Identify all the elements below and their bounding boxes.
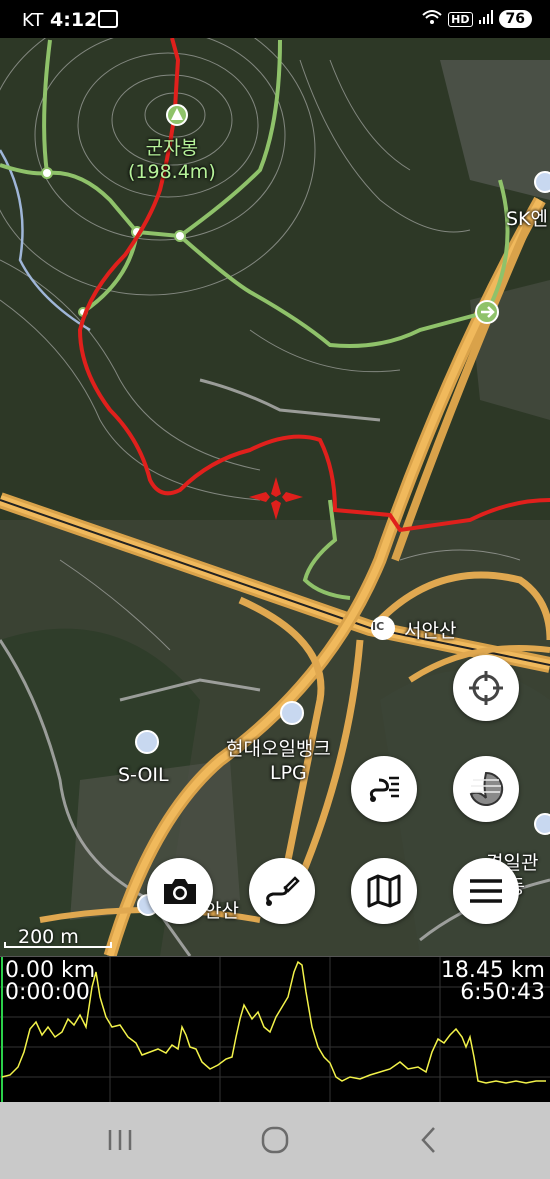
- sk-label: SK엔: [506, 208, 549, 230]
- status-bar: KT 4:12 HD 76: [0, 0, 550, 38]
- battery-badge: 76: [498, 10, 532, 28]
- scale-bar: 200 m: [4, 926, 112, 952]
- total-distance: 18.45 km: [440, 958, 545, 983]
- ic-badge: IC: [372, 620, 385, 633]
- back-button[interactable]: [410, 1124, 450, 1156]
- screenshot-icon: [98, 10, 118, 28]
- draw-route-button[interactable]: [249, 858, 315, 924]
- hamburger-menu-icon: [470, 879, 502, 903]
- crosshair-locate-icon: [469, 671, 503, 705]
- scale-line: [4, 942, 112, 948]
- home-icon: [261, 1126, 289, 1154]
- map-button[interactable]: [351, 858, 417, 924]
- camera-icon: [164, 879, 196, 904]
- carrier-label: KT: [22, 10, 44, 31]
- wifi-icon: [422, 9, 442, 29]
- camera-button[interactable]: [147, 858, 213, 924]
- home-button[interactable]: [255, 1124, 295, 1156]
- total-time: 6:50:43: [460, 980, 545, 1005]
- route-list-icon: [369, 776, 399, 802]
- map-layer-icon: [469, 771, 504, 806]
- my-location-button[interactable]: [453, 655, 519, 721]
- start-distance: 0.00 km: [5, 958, 96, 983]
- system-nav-bar: [0, 1102, 550, 1179]
- start-time: 0:00:00: [5, 980, 90, 1005]
- peak-name: 군자봉: [145, 137, 199, 159]
- clock: 4:12: [50, 9, 98, 31]
- recent-apps-button[interactable]: [100, 1124, 140, 1156]
- signal-icon: [478, 10, 493, 28]
- back-icon: [421, 1127, 435, 1153]
- peak-elevation: (198.4m): [128, 161, 216, 183]
- interchange-label: 서안산: [404, 620, 457, 642]
- folded-map-icon: [367, 874, 401, 908]
- peak-label: 군자봉 (198.4m): [128, 136, 216, 184]
- map-view[interactable]: 군자봉 (198.4m) SK엔 IC 서안산 현대오일뱅크 LPG S-OIL…: [0, 38, 550, 956]
- recent-apps-icon: [108, 1130, 132, 1150]
- elevation-profile[interactable]: 0.00 km 0:00:00 18.45 km 6:50:43: [0, 956, 550, 1103]
- status-icons: HD 76: [422, 9, 532, 29]
- hd-voice-badge: HD: [448, 11, 473, 27]
- draw-route-icon: [266, 876, 300, 906]
- gas-station-sub-label: LPG: [270, 762, 307, 784]
- soil-label: S-OIL: [118, 764, 169, 786]
- map-layer-button[interactable]: [453, 756, 519, 822]
- map-canvas: [0, 38, 550, 956]
- menu-button[interactable]: [453, 858, 519, 924]
- gas-station-label: 현대오일뱅크: [226, 738, 331, 760]
- route-list-button[interactable]: [351, 756, 417, 822]
